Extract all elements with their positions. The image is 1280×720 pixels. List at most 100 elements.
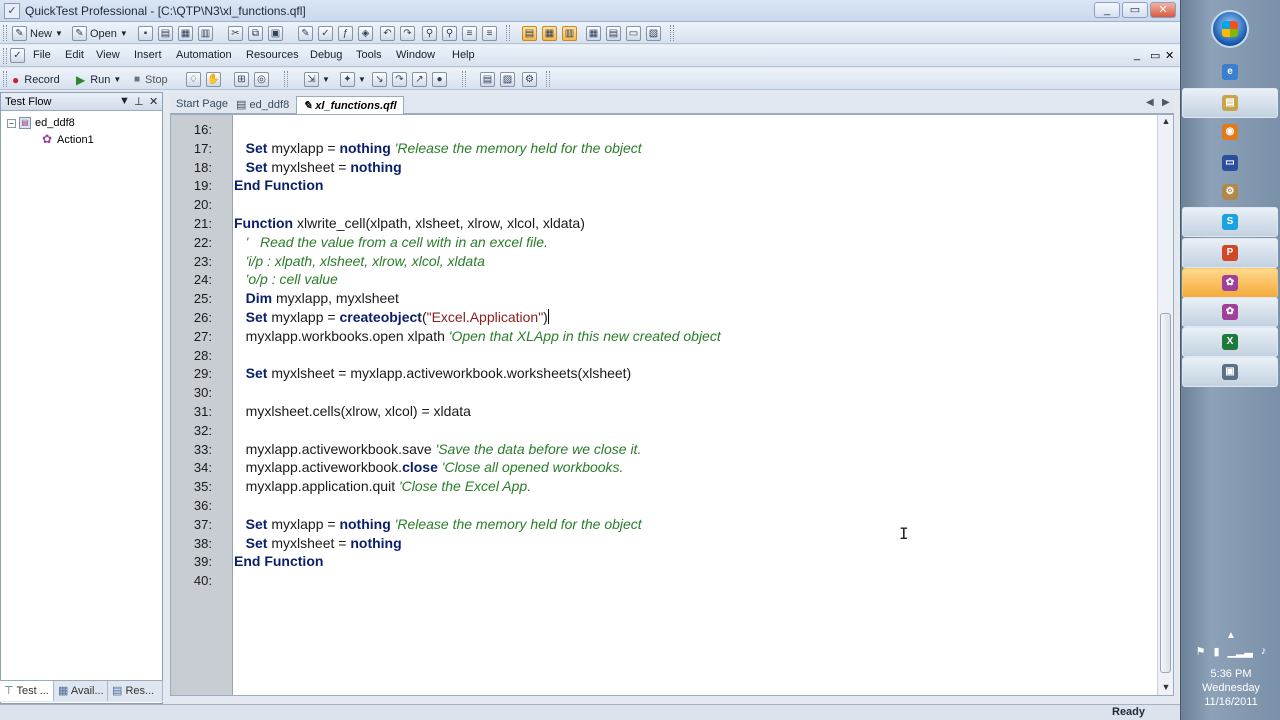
view-button-1[interactable]: ▤ — [522, 25, 540, 42]
taskbar-button-internet-explorer[interactable]: e — [1182, 57, 1278, 87]
code-line[interactable]: myxlapp.activeworkbook.save 'Save the da… — [234, 441, 642, 457]
clock-day[interactable]: Wednesday — [1181, 682, 1280, 694]
toolbar-grip[interactable] — [462, 71, 466, 87]
save-button[interactable]: ▪ — [138, 25, 156, 42]
clock-time[interactable]: 5:36 PM — [1181, 668, 1280, 680]
step-over-button[interactable]: ↷ — [392, 71, 410, 88]
tab-available-keywords[interactable]: ▦ Avail... — [54, 681, 108, 701]
object-repository-button[interactable]: ⊞ — [234, 71, 252, 88]
battery-icon[interactable]: ▮ — [1213, 645, 1219, 658]
menu-automation[interactable]: Automation — [176, 49, 232, 61]
taskbar-button-media-player[interactable]: ◉ — [1182, 117, 1278, 147]
stop-button[interactable]: ■ Stop — [134, 71, 168, 88]
tab-test-flow[interactable]: ⊤ Test ... — [0, 681, 54, 701]
step-button[interactable]: ◈ — [358, 25, 376, 42]
mdi-minimize-button[interactable]: _ — [1134, 49, 1140, 61]
panel-close-button[interactable]: ✕ — [149, 95, 158, 108]
taskbar-button-excel[interactable]: X — [1182, 327, 1278, 357]
menu-resources[interactable]: Resources — [246, 49, 299, 61]
tree-node-test[interactable]: − ▤ ed_ddf8 — [7, 117, 75, 129]
code-line[interactable]: Set myxlapp = nothing 'Release the memor… — [234, 140, 642, 156]
menu-view[interactable]: View — [96, 49, 120, 61]
debug-viewer-button[interactable]: ▧ — [646, 25, 664, 42]
code-line[interactable]: Set myxlsheet = nothing — [234, 159, 402, 175]
code-line[interactable]: ' Read the value from a cell with in an … — [234, 234, 548, 250]
breakpoint-button[interactable]: ● — [432, 71, 450, 88]
print-preview-button[interactable]: ▥ — [198, 25, 216, 42]
collapse-icon[interactable]: − — [7, 118, 16, 128]
code-line[interactable]: Set myxlsheet = myxlapp.activeworkbook.w… — [234, 365, 632, 381]
network-icon[interactable]: ▁▂▃ — [1228, 645, 1253, 658]
volume-icon[interactable]: ♪ — [1261, 645, 1267, 658]
toolbar-grip[interactable] — [670, 25, 674, 41]
tab-ed-ddf8[interactable]: ▤ ed_ddf8 — [230, 96, 295, 114]
mdi-close-button[interactable]: ✕ — [1165, 49, 1174, 62]
object-spy-button[interactable]: ◎ — [254, 71, 272, 88]
checkpoint-button[interactable]: ✦ ▼ — [340, 71, 366, 88]
code-line[interactable]: myxlapp.application.quit 'Close the Exce… — [234, 478, 531, 494]
taskbar-button-qtp[interactable]: ✿ — [1182, 268, 1278, 298]
toolbar-grip[interactable] — [3, 25, 7, 41]
taskbar-button-settings[interactable]: ⚙ — [1182, 177, 1278, 207]
print-button[interactable]: ▤ — [158, 25, 176, 42]
data-table-button[interactable]: ▤ — [606, 25, 624, 42]
find-button[interactable]: ⚲ — [422, 25, 440, 42]
toolbar-grip[interactable] — [506, 25, 510, 41]
code-line[interactable]: Function xlwrite_cell(xlpath, xlsheet, x… — [234, 215, 585, 231]
keyword-view-button[interactable]: ▤ — [480, 71, 498, 88]
code-line[interactable]: myxlapp.workbooks.open xlpath 'Open that… — [234, 328, 721, 344]
taskbar-button-qtp-secondary[interactable]: ✿ — [1182, 297, 1278, 327]
code-line[interactable]: 'o/p : cell value — [234, 271, 338, 287]
menu-insert[interactable]: Insert — [134, 49, 162, 61]
code-line[interactable]: 'i/p : xlpath, xlsheet, xlrow, xlcol, xl… — [234, 253, 485, 269]
menu-edit[interactable]: Edit — [65, 49, 84, 61]
scroll-thumb[interactable] — [1160, 313, 1171, 673]
toolbar-grip[interactable] — [546, 71, 550, 87]
toolbar-grip[interactable] — [3, 71, 7, 87]
function-button[interactable]: ƒ — [338, 25, 356, 42]
code-line[interactable]: End Function — [234, 553, 323, 569]
code-line[interactable]: Set myxlsheet = nothing — [234, 535, 402, 551]
show-hidden-icons-icon[interactable]: ▲ — [1181, 630, 1280, 641]
view-button-2[interactable]: ▦ — [542, 25, 560, 42]
open-button[interactable]: ✎ Open ▼ — [72, 25, 128, 42]
taskbar-button-window[interactable]: ▭ — [1182, 148, 1278, 178]
menu-help[interactable]: Help — [452, 49, 475, 61]
grid-button[interactable]: ▦ — [586, 25, 604, 42]
flag-icon[interactable]: ⚑ — [1196, 645, 1206, 658]
menu-file[interactable]: File — [33, 49, 51, 61]
toolbar-grip[interactable] — [284, 71, 288, 87]
tab-scroll-right-icon[interactable]: ▶ — [1162, 97, 1170, 108]
code-line[interactable]: myxlapp.activeworkbook.close 'Close all … — [234, 459, 624, 475]
low-level-recording-button[interactable]: ♢ — [186, 71, 204, 88]
panel-menu-button[interactable]: ▼ — [119, 95, 130, 107]
tab-scroll-left-icon[interactable]: ◀ — [1146, 97, 1154, 108]
code-editor[interactable]: 16: 17: 18: 19: 20: 21: 22: 23: 24: 25: 26: 27: 28: 2… — [170, 114, 1174, 696]
find-next-button[interactable]: ⚲ — [442, 25, 460, 42]
mdi-restore-button[interactable]: ▭ — [1150, 49, 1160, 62]
code-line[interactable]: myxlsheet.cells(xlrow, xlcol) = xldata — [234, 403, 471, 419]
record-button[interactable]: ● Record — [12, 71, 60, 88]
maximize-button[interactable]: ▭ — [1122, 2, 1148, 18]
pin-icon[interactable]: ⊥ — [134, 95, 144, 108]
cut-button[interactable]: ✂ — [228, 25, 246, 42]
scroll-up-icon[interactable]: ▲ — [1158, 116, 1174, 126]
insert-step-button[interactable]: ⇲ ▼ — [304, 71, 330, 88]
view-button-3[interactable]: ▥ — [562, 25, 580, 42]
menu-tools[interactable]: Tools — [356, 49, 382, 61]
run-button[interactable]: ▶ Run ▼ — [76, 71, 121, 88]
options-button[interactable]: ⚙ — [522, 71, 540, 88]
tab-resources[interactable]: ▤ Res... — [108, 681, 163, 701]
tree-node-action[interactable]: ✿ Action1 — [41, 133, 94, 146]
edit-button[interactable]: ✎ — [298, 25, 316, 42]
menu-window[interactable]: Window — [396, 49, 435, 61]
comment-button[interactable]: ≡ — [462, 25, 480, 42]
taskbar-button-remote-desktop[interactable]: ▣ — [1182, 357, 1278, 387]
close-button[interactable]: ✕ — [1150, 2, 1176, 18]
code-line[interactable]: Set myxlapp = nothing 'Release the memor… — [234, 516, 642, 532]
taskbar-button-file-explorer[interactable]: ▤ — [1182, 88, 1278, 118]
vertical-scrollbar[interactable]: ▲ ▼ — [1157, 115, 1173, 695]
copy-button[interactable]: ⧉ — [248, 25, 266, 42]
step-out-button[interactable]: ↗ — [412, 71, 430, 88]
tab-start-page[interactable]: Start Page — [170, 96, 234, 114]
